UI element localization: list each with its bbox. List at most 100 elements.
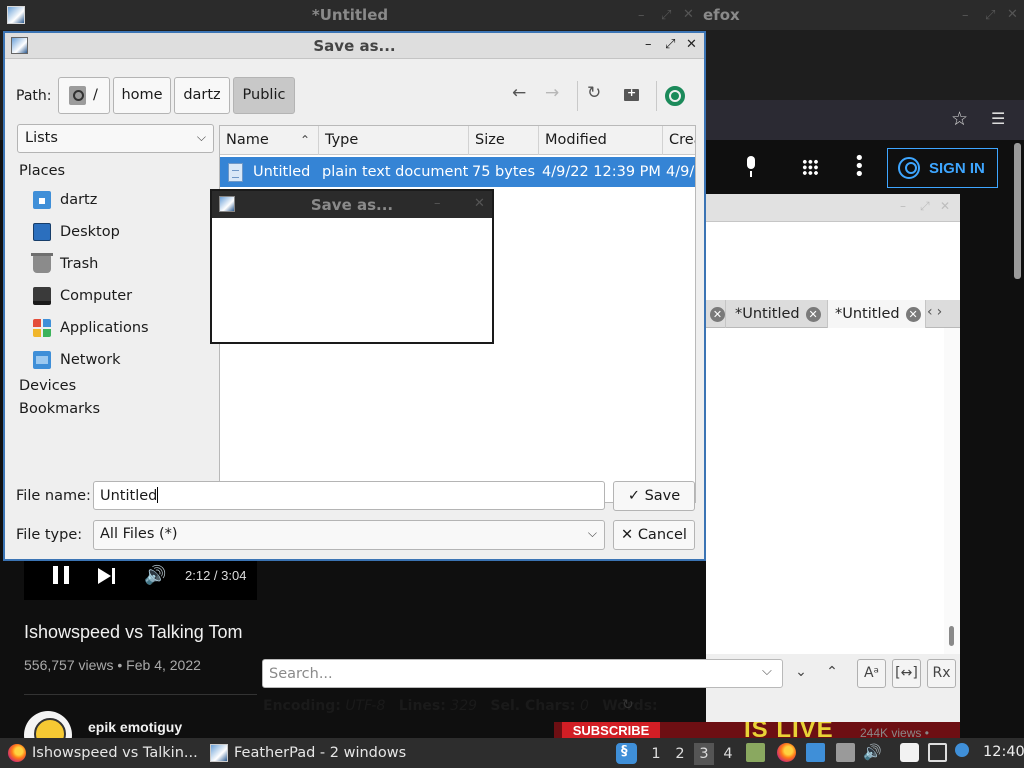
close-tab-icon[interactable]: ✕ bbox=[710, 306, 725, 322]
reload-icon[interactable]: ↻ bbox=[587, 83, 601, 103]
maximize-icon[interactable]: ⤢ bbox=[920, 199, 930, 214]
close-icon[interactable]: ✕ bbox=[474, 196, 485, 211]
text-editor[interactable] bbox=[706, 328, 960, 654]
column-header-name[interactable]: Name ⌃ bbox=[220, 126, 319, 155]
search-input[interactable]: Search... bbox=[262, 659, 783, 688]
channel-name[interactable]: epik emotiguy bbox=[88, 719, 182, 735]
sidebar-item-dartz[interactable]: dartz bbox=[33, 188, 213, 212]
breadcrumb-public[interactable]: Public bbox=[233, 77, 295, 114]
task-firefox[interactable]: Ishowspeed vs Talkin... bbox=[8, 738, 198, 768]
workspace-2[interactable]: 2 bbox=[670, 743, 690, 765]
editor-scrollbar[interactable] bbox=[944, 328, 960, 654]
scrollbar-thumb[interactable] bbox=[949, 626, 954, 646]
breadcrumb-home[interactable]: home bbox=[113, 77, 171, 114]
find-previous-icon[interactable]: ⌃ bbox=[823, 659, 841, 688]
volume-icon[interactable]: 🔊 bbox=[144, 565, 166, 586]
system-settings-icon[interactable] bbox=[616, 743, 637, 764]
video-meta: 556,757 views • Feb 4, 2022 bbox=[24, 657, 201, 673]
clipboard-icon[interactable] bbox=[900, 743, 919, 762]
tab-untitled-active[interactable]: *Untitled ✕ bbox=[828, 300, 926, 328]
pause-icon[interactable] bbox=[53, 566, 69, 584]
places-heading[interactable]: Places bbox=[19, 163, 65, 179]
minimize-icon[interactable]: – bbox=[645, 37, 652, 52]
sidebar-item-applications[interactable]: Applications bbox=[33, 316, 213, 340]
minimize-icon[interactable]: – bbox=[434, 196, 441, 211]
sidebar-item-computer[interactable]: Computer bbox=[33, 284, 213, 308]
show-desktop-icon[interactable] bbox=[806, 743, 825, 762]
bookmarks-heading[interactable]: Bookmarks bbox=[19, 401, 100, 417]
column-header-created[interactable]: Crea bbox=[663, 126, 695, 155]
workspace-4[interactable]: 4 bbox=[718, 743, 738, 765]
sidebar-item-network[interactable]: Network bbox=[33, 348, 213, 372]
breadcrumb-dartz[interactable]: dartz bbox=[174, 77, 230, 114]
cancel-label: Cancel bbox=[637, 527, 687, 543]
whole-word-icon[interactable]: [↔] bbox=[892, 659, 921, 688]
tab-label: *Untitled bbox=[735, 306, 800, 322]
cancel-button[interactable]: ✕ Cancel bbox=[613, 520, 695, 550]
removable-drive-icon[interactable] bbox=[836, 743, 855, 762]
breadcrumb-root[interactable]: / bbox=[58, 77, 110, 114]
filetype-select[interactable]: All Files (*) ⌵ bbox=[93, 520, 605, 550]
volume-icon[interactable]: 🔊 bbox=[863, 743, 882, 762]
sidebar-mode-select[interactable]: Lists ⌵ bbox=[17, 124, 214, 153]
chevron-down-icon[interactable]: ⌵ bbox=[762, 664, 772, 679]
next-icon[interactable] bbox=[98, 568, 111, 584]
tab-scroll-arrows[interactable]: ‹› bbox=[927, 304, 946, 320]
tab-untitled[interactable]: *Untitled ✕ bbox=[728, 300, 828, 328]
column-header-type[interactable]: Type bbox=[319, 126, 469, 155]
back-arrow-icon[interactable]: ← bbox=[512, 83, 526, 103]
maximize-icon[interactable]: ⤢ bbox=[661, 8, 671, 23]
info-icon[interactable] bbox=[955, 743, 969, 757]
find-next-icon[interactable]: ⌄ bbox=[792, 659, 810, 688]
refresh-word-count-icon[interactable]: ↻ bbox=[622, 697, 634, 713]
workspace-1[interactable]: 1 bbox=[646, 743, 666, 765]
video-title[interactable]: Ishowspeed vs Talking Tom bbox=[24, 622, 242, 643]
sidebar-item-label: Applications bbox=[60, 320, 149, 336]
home-folder-icon bbox=[33, 191, 51, 209]
close-icon[interactable]: ✕ bbox=[940, 199, 950, 213]
new-folder-icon[interactable] bbox=[624, 86, 639, 101]
firefox-launcher-icon[interactable] bbox=[777, 743, 796, 762]
sign-in-button[interactable]: SIGN IN bbox=[887, 148, 998, 188]
filename-input[interactable]: Untitled bbox=[93, 481, 605, 510]
table-row[interactable]: Untitled plain text document 75 bytes 4/… bbox=[220, 157, 695, 187]
lines-label: Lines: bbox=[398, 698, 446, 714]
forward-arrow-icon[interactable]: → bbox=[545, 83, 559, 103]
minimize-icon[interactable]: – bbox=[900, 199, 906, 213]
microphone-icon[interactable] bbox=[742, 156, 760, 178]
close-icon[interactable]: ✕ bbox=[1007, 7, 1018, 22]
settings-icon[interactable] bbox=[665, 86, 685, 106]
breadcrumb-label: home bbox=[121, 87, 163, 103]
page-scrollbar[interactable] bbox=[1014, 143, 1021, 279]
column-header-modified[interactable]: Modified bbox=[539, 126, 663, 155]
regex-icon[interactable]: Rx bbox=[927, 659, 956, 688]
close-tab-icon[interactable]: ✕ bbox=[905, 306, 921, 322]
close-tab-icon[interactable]: ✕ bbox=[805, 306, 821, 322]
sidebar-item-desktop[interactable]: Desktop bbox=[33, 220, 213, 244]
devices-heading[interactable]: Devices bbox=[19, 378, 76, 394]
search-placeholder: Search... bbox=[269, 666, 333, 682]
close-icon[interactable]: ✕ bbox=[683, 7, 694, 22]
task-featherpad[interactable]: FeatherPad - 2 windows bbox=[210, 738, 406, 768]
column-header-size[interactable]: Size bbox=[469, 126, 539, 155]
workspace-3[interactable]: 3 bbox=[694, 743, 714, 765]
hamburger-menu-icon[interactable]: ☰ bbox=[991, 109, 1005, 128]
clock[interactable]: 12:40 bbox=[983, 744, 1024, 760]
star-icon[interactable]: ☆ bbox=[951, 108, 968, 130]
match-case-icon[interactable]: Aᵃ bbox=[857, 659, 886, 688]
maximize-icon[interactable]: ⤢ bbox=[665, 37, 675, 52]
close-icon[interactable]: ✕ bbox=[686, 37, 697, 52]
filetype-label: File type: bbox=[16, 527, 83, 543]
network-icon[interactable] bbox=[928, 743, 947, 762]
maximize-icon[interactable]: ⤢ bbox=[985, 8, 995, 23]
file-size-cell: 75 bytes bbox=[472, 164, 536, 180]
sidebar-item-trash[interactable]: Trash bbox=[31, 252, 213, 276]
applications-icon bbox=[33, 319, 51, 337]
save-button[interactable]: ✓ Save bbox=[613, 481, 695, 511]
minimize-icon[interactable]: – bbox=[962, 8, 969, 23]
apps-grid-icon[interactable] bbox=[802, 159, 819, 176]
background-window-title-fragment: efox bbox=[703, 6, 740, 24]
more-vert-icon[interactable]: • • • bbox=[854, 150, 865, 184]
minimize-icon[interactable]: – bbox=[638, 8, 645, 23]
file-manager-icon[interactable] bbox=[746, 743, 765, 762]
